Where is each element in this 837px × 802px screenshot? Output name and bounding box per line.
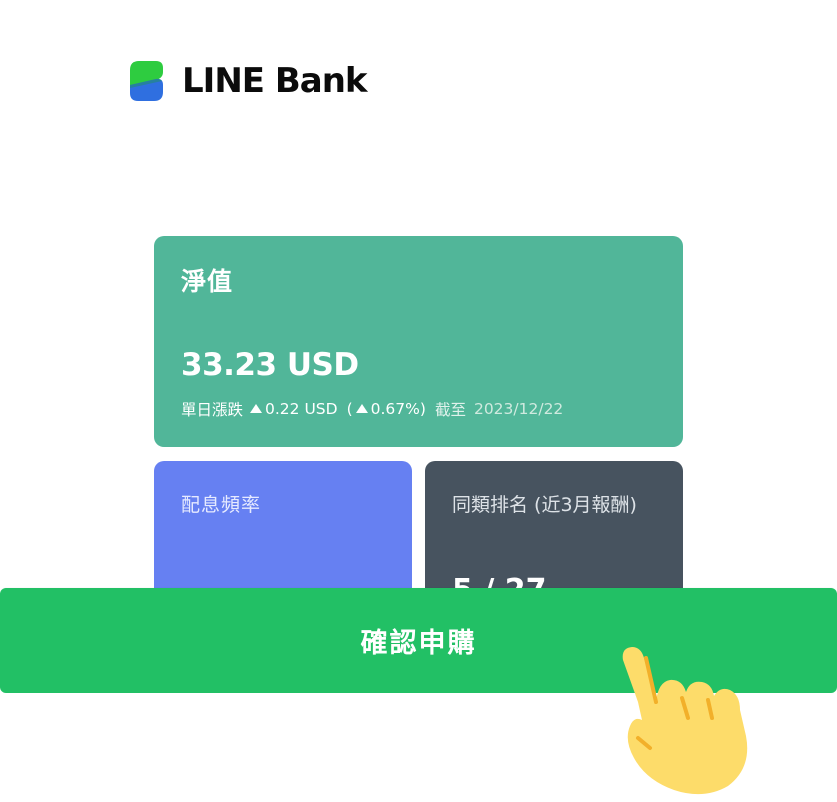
daily-change-paren: (: [346, 400, 353, 418]
daily-change-label: 單日漲跌: [181, 401, 244, 419]
daily-change-percent: 0.67%): [370, 400, 426, 418]
confirm-subscribe-button[interactable]: 確認申購: [0, 588, 837, 693]
as-of-date: 2023/12/22: [473, 400, 564, 418]
daily-change-amount: 0.22 USD: [265, 400, 338, 418]
as-of-label: 截至: [434, 401, 466, 419]
line-bank-logo-icon: [130, 61, 163, 101]
nav-value: 33.23 USD: [181, 347, 359, 383]
brand-header: LINE Bank: [126, 58, 368, 106]
nav-card: 淨值 33.23 USD 單日漲跌 0.22 USD ( 0.67%) 截至 2…: [154, 236, 683, 447]
nav-change-row: 單日漲跌 0.22 USD ( 0.67%) 截至 2023/12/22: [181, 398, 563, 420]
brand-name: LINE Bank: [182, 61, 368, 101]
nav-title: 淨值: [181, 267, 234, 296]
triangle-up-icon: [355, 403, 368, 413]
triangle-up-icon: [250, 403, 263, 413]
peer-rank-label: 同類排名 (近3月報酬): [452, 494, 637, 516]
dividend-frequency-label: 配息頻率: [181, 494, 262, 516]
